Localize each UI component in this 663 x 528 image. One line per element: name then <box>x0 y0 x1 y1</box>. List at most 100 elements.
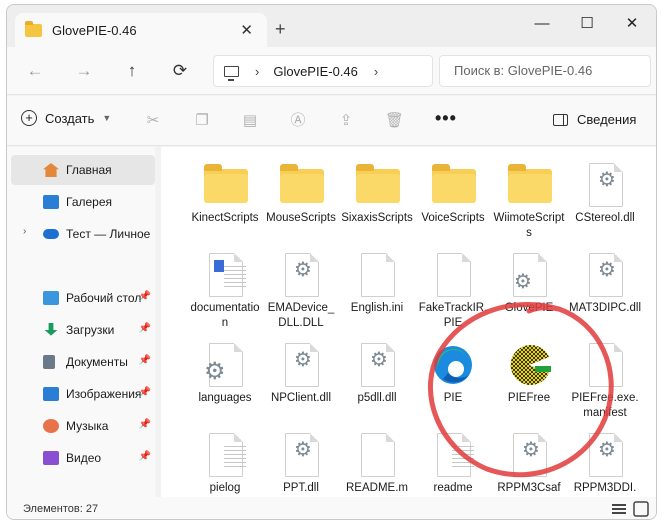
create-label: Создать <box>45 110 95 126</box>
file-item[interactable]: ⚙ PPT.dll <box>265 431 337 496</box>
back-button[interactable]: ← <box>23 59 47 83</box>
status-bar: Элементов: 27 <box>7 497 656 519</box>
folder-icon <box>25 20 42 37</box>
file-item[interactable]: ⚙ languages <box>189 341 261 406</box>
sidebar-item-gallery[interactable]: Галерея <box>11 187 155 217</box>
dll-file-icon: ⚙ <box>285 253 319 297</box>
pie-file-icon <box>437 253 471 297</box>
breadcrumb-chevron-icon[interactable]: › <box>374 64 378 79</box>
folder-item[interactable]: VoiceScripts <box>417 161 489 226</box>
file-item[interactable]: documentation <box>189 251 261 331</box>
file-item[interactable]: README.m <box>341 431 413 496</box>
file-name: languages <box>198 392 252 404</box>
delete-icon[interactable]: 🗑 <box>385 112 404 130</box>
file-name: RPPM3Csaf <box>497 482 561 494</box>
file-name: SixaxisScripts <box>341 212 413 224</box>
file-item[interactable]: ⚙ NPClient.dll <box>265 341 337 406</box>
gear-icon: ⚙ <box>294 259 312 281</box>
desktop-icon <box>43 291 59 305</box>
maximize-button[interactable]: ☐ <box>572 11 602 37</box>
folder-item[interactable]: MouseScripts <box>265 161 337 226</box>
new-tab-button[interactable]: + <box>275 19 286 40</box>
breadcrumb-current[interactable]: GlovePIE-0.46 <box>273 64 358 79</box>
gear-icon: ⚙ <box>514 271 532 293</box>
sidebar-item-downloads[interactable]: Загрузки 📌 <box>11 315 155 345</box>
sidebar-item-label: Загрузки <box>66 323 115 337</box>
folder-icon <box>432 164 476 203</box>
sidebar-item-music[interactable]: Музыка 📌 <box>11 411 155 441</box>
gear-icon: ⚙ <box>598 169 616 191</box>
pin-icon[interactable]: 📌 <box>139 291 151 302</box>
file-name: NPClient.dll <box>270 392 332 404</box>
close-tab-icon[interactable]: ✕ <box>240 21 253 39</box>
file-name: pielog <box>209 482 241 494</box>
sidebar-item-home[interactable]: Главная <box>11 155 155 185</box>
forward-button[interactable]: → <box>72 59 96 83</box>
file-name: p5dll.dll <box>357 392 397 404</box>
sidebar-item-desktop[interactable]: Рабочий стол 📌 <box>11 283 155 313</box>
breadcrumb-chevron-icon[interactable]: › <box>255 64 259 79</box>
dll-file-icon: ⚙ <box>589 253 623 297</box>
sidebar-item-onedrive[interactable]: › Тест — Личное <box>11 219 155 249</box>
navigation-bar: ← → ↑ ⟳ › GlovePIE-0.46 › Поиск в: Glove… <box>7 47 656 95</box>
pin-icon[interactable]: 📌 <box>139 451 151 462</box>
file-name: documentation <box>190 302 260 329</box>
cut-icon[interactable]: ✂ <box>144 112 162 130</box>
sidebar-item-label: Видео <box>66 451 102 465</box>
markdown-file-icon <box>361 433 395 477</box>
folder-item[interactable]: KinectScripts <box>189 161 261 226</box>
up-button[interactable]: ↑ <box>120 59 144 83</box>
pin-icon[interactable]: 📌 <box>139 323 151 334</box>
file-item[interactable]: ⚙ p5dll.dll <box>341 341 413 406</box>
file-name: EMADevice_DLL.DLL <box>267 302 335 329</box>
minimize-button[interactable]: — <box>527 11 557 37</box>
tab-glovepie[interactable]: GlovePIE-0.46 ✕ <box>15 13 267 47</box>
ini-file-icon <box>361 253 395 297</box>
large-icons-view-icon[interactable] <box>633 501 649 517</box>
gear-icon: ⚙ <box>294 349 312 371</box>
file-item[interactable]: English.ini <box>341 251 413 316</box>
file-list: KinectScripts MouseScripts SixaxisScript… <box>161 147 656 497</box>
file-name: CStereol.dll <box>575 212 635 224</box>
title-bar: GlovePIE-0.46 ✕ + — ☐ ✕ <box>7 5 656 47</box>
command-bar: + Создать ▼ ✂ ❐ ▤ Ⓐ ⇪ 🗑 ••• Сведения <box>7 96 656 146</box>
file-name: readme <box>433 482 473 494</box>
close-button[interactable]: ✕ <box>617 11 647 37</box>
pin-icon[interactable]: 📌 <box>139 419 151 430</box>
file-name: KinectScripts <box>191 212 259 224</box>
plus-icon: + <box>21 110 37 126</box>
sidebar-item-videos[interactable]: Видео 📌 <box>11 443 155 473</box>
create-button[interactable]: + Создать ▼ <box>21 110 111 126</box>
sidebar-item-pictures[interactable]: Изображения 📌 <box>11 379 155 409</box>
downloads-icon <box>44 323 58 336</box>
details-label: Сведения <box>577 112 637 127</box>
details-button[interactable]: Сведения <box>553 112 636 127</box>
address-bar[interactable]: › GlovePIE-0.46 › <box>213 55 433 87</box>
more-options-button[interactable]: ••• <box>435 108 457 129</box>
file-item[interactable]: pielog <box>189 431 261 496</box>
folder-icon <box>204 164 248 203</box>
sidebar-item-label: Изображения <box>66 387 142 401</box>
sidebar-item-documents[interactable]: Документы 📌 <box>11 347 155 377</box>
copy-icon[interactable]: ❐ <box>193 112 211 130</box>
file-item[interactable]: ⚙ EMADevice_DLL.DLL <box>265 251 337 331</box>
dll-file-icon: ⚙ <box>361 343 395 387</box>
refresh-button[interactable]: ⟳ <box>168 59 192 83</box>
paste-icon[interactable]: ▤ <box>241 112 259 130</box>
expand-chevron-icon[interactable]: › <box>23 226 26 237</box>
sidebar-item-label: Галерея <box>66 195 113 209</box>
search-input[interactable]: Поиск в: GlovePIE-0.46 <box>439 55 651 87</box>
file-item[interactable]: ⚙ CStereol.dll <box>569 161 641 226</box>
folder-icon <box>508 164 552 203</box>
rename-icon[interactable]: Ⓐ <box>289 112 307 130</box>
details-view-icon[interactable] <box>611 501 627 517</box>
documents-icon <box>43 355 55 369</box>
pin-icon[interactable]: 📌 <box>139 355 151 366</box>
pictures-icon <box>43 387 59 401</box>
pin-icon[interactable]: 📌 <box>139 387 151 398</box>
gallery-icon <box>43 195 59 209</box>
folder-item[interactable]: SixaxisScripts <box>341 161 413 226</box>
share-icon[interactable]: ⇪ <box>337 112 355 130</box>
details-pane-icon <box>553 113 568 126</box>
folder-item[interactable]: WiimoteScripts <box>493 161 565 241</box>
